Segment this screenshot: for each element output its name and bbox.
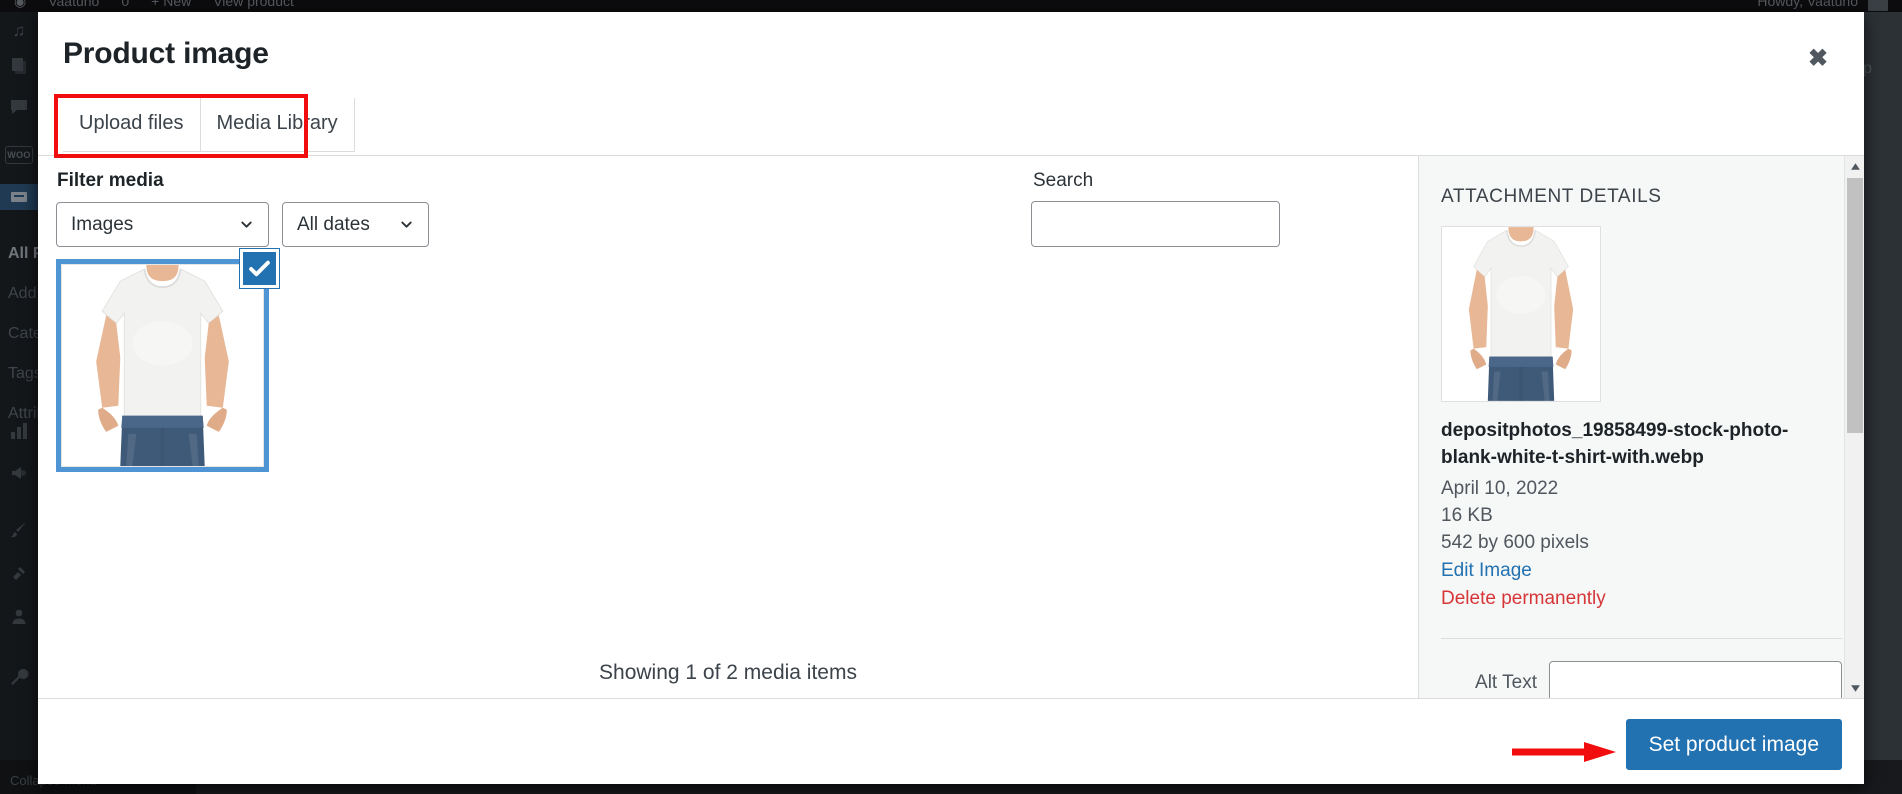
checkmark-icon[interactable] bbox=[240, 249, 279, 288]
tshirt-photo bbox=[62, 265, 263, 466]
delete-permanently-link[interactable]: Delete permanently bbox=[1441, 585, 1842, 614]
media-toolbar: Filter media Images All dates Search bbox=[38, 156, 1418, 247]
search-label: Search bbox=[1033, 170, 1094, 191]
howdy-label[interactable]: Howdy, Vaatuno bbox=[1757, 0, 1858, 9]
modal-header: Product image ✖ Upload files Media Libra… bbox=[38, 12, 1864, 158]
media-browse-column: Filter media Images All dates Search Sho… bbox=[38, 156, 1418, 698]
tshirt-photo bbox=[1442, 227, 1600, 401]
page-title: Product image bbox=[63, 37, 269, 70]
attachment-dimensions: 542 by 600 pixels bbox=[1441, 531, 1589, 553]
scrollbar-thumb[interactable] bbox=[1847, 178, 1863, 433]
wrench-icon[interactable] bbox=[6, 664, 32, 690]
attachment-filesize: 16 KB bbox=[1441, 504, 1493, 526]
tab-upload-files[interactable]: Upload files bbox=[63, 98, 201, 151]
media-router-tabs: Upload files Media Library bbox=[63, 98, 355, 152]
arrow-annotation-icon bbox=[1512, 742, 1616, 762]
admin-toolbar: ◉ Vaatuno 0 + New View product Howdy, Va… bbox=[0, 0, 1902, 12]
new-content-label[interactable]: + New bbox=[151, 0, 191, 9]
avatar[interactable] bbox=[1868, 0, 1888, 11]
pages-icon[interactable] bbox=[6, 52, 32, 78]
tab-media-library[interactable]: Media Library bbox=[199, 98, 355, 151]
woocommerce-icon[interactable]: WOO bbox=[5, 146, 33, 164]
set-product-image-button[interactable]: Set product image bbox=[1625, 719, 1842, 771]
wordpress-logo-icon[interactable]: ◉ bbox=[14, 0, 26, 10]
site-name-label[interactable]: Vaatuno bbox=[48, 0, 99, 9]
megaphone-icon[interactable] bbox=[6, 460, 32, 486]
edit-image-link[interactable]: Edit Image bbox=[1441, 557, 1842, 586]
media-thumbnail bbox=[61, 264, 264, 467]
products-icon[interactable] bbox=[0, 184, 38, 210]
showing-count-label: Showing 1 of 2 media items bbox=[599, 661, 857, 684]
modal-footer: Set product image bbox=[38, 698, 1864, 784]
alt-text-label: Alt Text bbox=[1475, 672, 1537, 694]
speech-bubble-icon[interactable] bbox=[6, 94, 32, 120]
attachment-preview-thumbnail bbox=[1441, 226, 1601, 402]
paintbrush-icon[interactable] bbox=[6, 516, 32, 542]
media-item[interactable] bbox=[56, 249, 279, 472]
media-date-select[interactable]: All dates bbox=[282, 202, 429, 247]
media-date-select-wrap: All dates bbox=[282, 202, 429, 247]
filter-media-label: Filter media bbox=[57, 170, 164, 191]
attachment-details-heading: ATTACHMENT DETAILS bbox=[1441, 186, 1662, 207]
media-attachments-grid bbox=[38, 247, 1418, 472]
alt-text-field[interactable] bbox=[1549, 660, 1842, 698]
media-search-group: Search bbox=[1031, 170, 1280, 247]
modal-body: Filter media Images All dates Search Sho… bbox=[38, 155, 1864, 698]
media-modal: Product image ✖ Upload files Media Libra… bbox=[38, 12, 1864, 784]
attachment-date: April 10, 2022 bbox=[1441, 477, 1559, 499]
filter-selects-row: Images All dates bbox=[56, 202, 429, 247]
close-icon[interactable]: ✖ bbox=[1800, 40, 1836, 76]
attachment-filename: depositphotos_19858499-stock-photo-blank… bbox=[1441, 420, 1789, 468]
comments-count-label[interactable]: 0 bbox=[121, 0, 129, 9]
scroll-down-icon[interactable] bbox=[1845, 678, 1864, 698]
media-type-select-wrap: Images bbox=[56, 202, 269, 247]
details-divider bbox=[1441, 637, 1842, 639]
plug-icon[interactable] bbox=[6, 560, 32, 586]
media-icon[interactable]: ♫ bbox=[6, 18, 32, 44]
view-product-label[interactable]: View product bbox=[213, 0, 294, 9]
media-type-select[interactable]: Images bbox=[56, 202, 269, 247]
sidebar-scrollbar[interactable] bbox=[1844, 156, 1864, 698]
load-more-area: Showing 1 of 2 media items Load more bbox=[38, 661, 1418, 698]
person-icon[interactable] bbox=[6, 604, 32, 630]
alt-text-row: Alt Text bbox=[1441, 660, 1842, 698]
search-input[interactable] bbox=[1031, 201, 1280, 247]
filter-media-group: Filter media Images All dates bbox=[56, 170, 429, 247]
scroll-up-icon[interactable] bbox=[1845, 156, 1864, 176]
attachment-details-sidebar: ATTACHMENT DETAILS depositphotos_1985849… bbox=[1418, 156, 1864, 698]
